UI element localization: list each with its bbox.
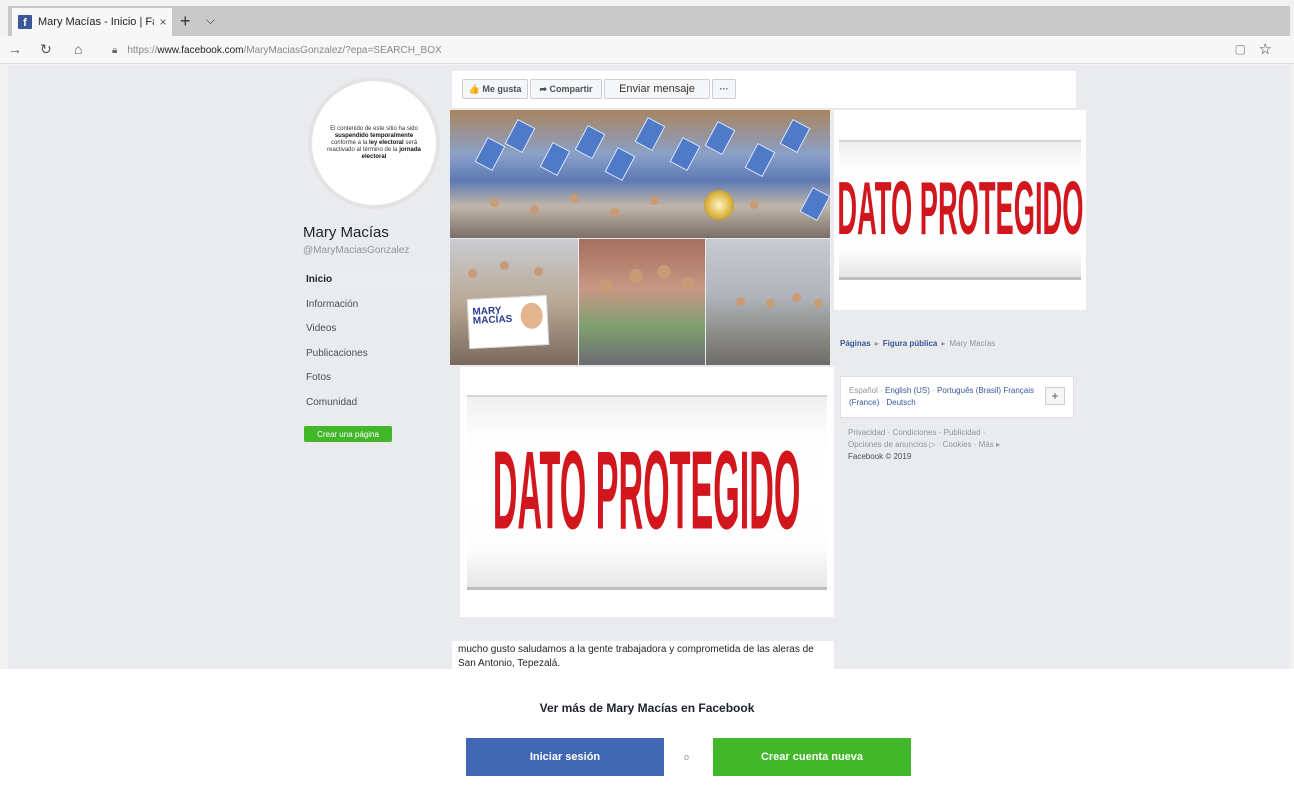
- sidebar-nav: Inicio Información Videos Publicaciones …: [300, 268, 447, 416]
- breadcrumb: Páginas ▸ Figura pública ▸ Mary Macías: [840, 339, 996, 348]
- create-page-button[interactable]: Crear una página: [304, 426, 392, 442]
- breadcrumb-current[interactable]: Mary Macías: [949, 339, 995, 348]
- address-bar[interactable]: 🔒︎ https:// www.facebook.com /MaryMacias…: [112, 40, 1282, 60]
- browser-tab[interactable]: f Mary Macías - Inicio | Fa ×: [12, 8, 172, 36]
- browser-tab-bar: f Mary Macías - Inicio | Fa × + ⌵: [8, 6, 1290, 36]
- sidebar-item-publicaciones[interactable]: Publicaciones: [300, 342, 447, 367]
- footer-line-2[interactable]: Opciones de anuncios ▷ · Cookies · Más ▸: [848, 439, 1038, 451]
- language-english[interactable]: English (US): [885, 386, 930, 395]
- street-walk-photo[interactable]: [706, 239, 830, 365]
- protected-label: DATO PROTEGIDO: [493, 429, 801, 554]
- breadcrumb-category-link[interactable]: Figura pública: [883, 339, 938, 348]
- home-icon[interactable]: ⌂: [74, 41, 82, 57]
- protected-data-box-right: DATO PROTEGIDO: [834, 110, 1086, 310]
- language-current: Español: [849, 386, 878, 395]
- language-portuguese[interactable]: Português (Brasil): [937, 386, 1001, 395]
- create-account-button[interactable]: Crear cuenta nueva: [713, 738, 911, 776]
- footer-links: Privacidad · Condiciones · Publicidad · …: [848, 427, 1038, 463]
- candidate-face: [520, 302, 544, 330]
- tab-close-icon[interactable]: ×: [154, 15, 172, 29]
- sign-text: MARY MACÍAS: [472, 305, 513, 327]
- language-german[interactable]: Deutsch: [886, 398, 915, 407]
- tab-title: Mary Macías - Inicio | Fa: [38, 16, 154, 28]
- new-tab-icon[interactable]: +: [180, 12, 191, 30]
- more-options-button[interactable]: ···: [712, 79, 736, 99]
- sidebar-item-comunidad[interactable]: Comunidad: [300, 391, 447, 416]
- lock-icon: 🔒︎: [112, 44, 118, 56]
- campaign-sign-photo[interactable]: MARY MACÍAS: [450, 239, 578, 365]
- login-prompt-title: Ver más de Mary Macías en Facebook: [539, 701, 755, 715]
- footer-copyright: Facebook © 2019: [848, 452, 912, 461]
- page-title[interactable]: Mary Macías: [303, 224, 389, 241]
- favorite-star-icon[interactable]: ☆: [1259, 40, 1272, 58]
- or-label: o: [684, 752, 690, 762]
- campaign-sign: MARY MACÍAS: [466, 294, 550, 350]
- like-button[interactable]: 👍 Me gusta: [462, 79, 528, 99]
- page-handle[interactable]: @MaryMaciasGonzalez: [303, 245, 409, 256]
- reading-view-icon[interactable]: ▢: [1235, 42, 1246, 56]
- browser-nav-bar: → ↻ ⌂ 🔒︎ https:// www.facebook.com /Mary…: [0, 36, 1294, 64]
- footer-line-1[interactable]: Privacidad · Condiciones · Publicidad ·: [848, 427, 1038, 439]
- language-selector: Español · English (US) · Português (Bras…: [840, 376, 1074, 418]
- breadcrumb-pages-link[interactable]: Páginas: [840, 339, 871, 348]
- facebook-page: El contenido de este sitio ha sido suspe…: [8, 65, 1290, 669]
- avatar-notice: El contenido de este sitio ha sido suspe…: [327, 125, 421, 160]
- group-photo[interactable]: [579, 239, 705, 365]
- share-button[interactable]: ➦ Compartir: [530, 79, 602, 99]
- sidebar-item-inicio[interactable]: Inicio: [300, 268, 447, 293]
- url-path: /MaryMaciasGonzalez/?epa=SEARCH_BOX: [243, 44, 442, 56]
- sidebar-item-fotos[interactable]: Fotos: [300, 366, 447, 391]
- send-message-button[interactable]: Enviar mensaje: [604, 79, 710, 99]
- language-list: Español · English (US) · Português (Bras…: [849, 386, 1034, 407]
- tab-menu-chevron-icon[interactable]: ⌵: [206, 13, 215, 28]
- url-scheme: https://: [127, 44, 158, 56]
- post-text: mucho gusto saludamos a la gente trabaja…: [452, 641, 834, 669]
- url-host: www.facebook.com: [157, 44, 244, 56]
- protected-data-box-center: DATO PROTEGIDO: [460, 367, 834, 617]
- profile-avatar[interactable]: El contenido de este sitio ha sido suspe…: [308, 77, 440, 209]
- tuba-icon: [704, 190, 734, 220]
- login-button[interactable]: Iniciar sesión: [466, 738, 664, 776]
- protected-label: DATO PROTEGIDO: [836, 167, 1084, 251]
- sidebar-item-informacion[interactable]: Información: [300, 293, 447, 318]
- more-languages-button[interactable]: +: [1045, 387, 1065, 405]
- refresh-icon[interactable]: ↻: [40, 41, 52, 58]
- login-prompt: Ver más de Mary Macías en Facebook Inici…: [0, 669, 1294, 799]
- crowd-photo[interactable]: [450, 110, 830, 238]
- facebook-favicon-icon: f: [18, 15, 32, 29]
- sidebar-item-videos[interactable]: Videos: [300, 317, 447, 342]
- back-arrow-icon[interactable]: →: [8, 41, 22, 57]
- page-action-bar: 👍 Me gusta ➦ Compartir Enviar mensaje ··…: [452, 71, 1076, 109]
